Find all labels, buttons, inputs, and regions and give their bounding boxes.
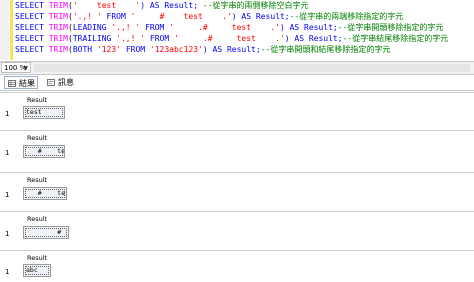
cell-focus [25,266,49,275]
column-header[interactable]: Result [27,254,47,262]
column-header[interactable]: Result [27,176,47,184]
result-grid[interactable]: Result 1 # test [0,211,474,250]
change-marker [10,0,13,60]
keyword-select: SELECT [15,34,49,43]
row-number[interactable]: 1 [5,230,9,238]
cell-focus [25,189,65,198]
alias-clause: ) AS Result; [279,23,338,32]
keyword-from: FROM [121,45,150,54]
code-line[interactable]: SELECT TRIM(BOTH '123' FROM '123abc123')… [15,44,390,55]
keyword-select: SELECT [15,45,49,54]
function-trim: TRIM [48,45,68,54]
cell-focus [25,147,63,156]
keyword-select: SELECT [15,12,49,21]
tab-messages-label: 訊息 [58,78,74,87]
result-cell[interactable]: # test [23,226,69,239]
function-trim: TRIM [48,34,68,43]
alias-clause: ) AS Result; [202,45,261,54]
cell-focus [25,108,63,117]
row-number[interactable]: 1 [5,191,9,199]
sql-editor[interactable]: SELECT TRIM(' test ') AS Result; --從字串的兩… [0,0,474,60]
grid-icon [8,80,16,87]
string-literal: '.,! ' [116,34,146,43]
string-literal: ' # test .' [130,12,232,21]
code-line[interactable]: SELECT TRIM('.,! ' FROM ' # test .') AS … [15,11,403,22]
row-number[interactable]: 1 [5,268,9,276]
row-number[interactable]: 1 [5,149,9,157]
column-header[interactable]: Result [27,215,47,223]
column-header[interactable]: Result [27,134,47,142]
keyword-trailing: TRAILING [72,34,117,43]
row-number[interactable]: 1 [5,110,9,118]
tab-results[interactable]: 結果 [4,76,38,89]
tab-results-label: 結果 [19,79,35,88]
code-line[interactable]: SELECT TRIM(' test ') AS Result; --從字串的兩… [15,0,309,11]
code-comment: --從字串結尾移除指定的字元 [342,34,449,43]
keyword-from: FROM [140,23,170,32]
string-literal: '.,! ' [111,23,141,32]
alias-clause: ) AS Result; [231,12,290,21]
column-header[interactable]: Result [27,96,47,104]
result-grid[interactable]: Result 1 test [0,92,474,129]
string-literal: ' test ' [72,1,141,10]
code-comment: --從字串的兩端移除指定的字元 [289,12,404,21]
results-tab-strip: 結果 訊息 [0,75,474,91]
keyword-both: BOTH [72,45,97,54]
keyword-from: FROM [145,34,174,43]
zoom-select[interactable]: 100 % ▼ [1,62,31,73]
function-trim: TRIM [48,12,68,21]
result-grid[interactable]: Result 1 abc [0,250,474,282]
code-comment: --從字串的兩側移除空白字元 [202,1,309,10]
tab-messages[interactable]: 訊息 [44,76,92,89]
keyword-select: SELECT [15,1,49,10]
function-trim: TRIM [48,23,68,32]
alias-clause: ) AS Result; [140,1,203,10]
string-literal: ' .# test .' [169,23,280,32]
result-grid[interactable]: Result 1 # test . [0,172,474,211]
horizontal-scrollbar[interactable] [34,64,470,72]
keyword-leading: LEADING [72,23,112,32]
result-cell[interactable]: # test [23,145,65,158]
keyword-select: SELECT [15,23,49,32]
result-grid[interactable]: Result 1 # test [0,130,474,169]
code-comment: --從字串開頭和結尾移除指定的字元 [260,45,391,54]
result-cell[interactable]: # test . [23,187,67,200]
code-line[interactable]: SELECT TRIM(LEADING '.,! ' FROM ' .# tes… [15,22,443,33]
result-cell[interactable]: test [23,106,65,119]
string-literal: '123' [96,45,121,54]
zoom-bar: 100 % ▼ [0,61,474,75]
code-comment: --從字串開頭移除指定的字元 [337,23,444,32]
message-icon [47,79,55,86]
result-cell[interactable]: abc [23,264,51,277]
string-literal: '.,! ' [72,12,102,21]
editor-gutter [0,0,9,60]
string-literal: ' .# test .' [173,34,285,43]
chevron-down-icon: ▼ [23,65,28,72]
code-line[interactable]: SELECT TRIM(TRAILING '.,! ' FROM ' .# te… [15,33,448,44]
string-literal: '123abc123' [149,45,203,54]
function-trim: TRIM [48,1,68,10]
cell-focus [25,228,67,237]
keyword-from: FROM [101,12,131,21]
alias-clause: ) AS Result; [284,34,343,43]
